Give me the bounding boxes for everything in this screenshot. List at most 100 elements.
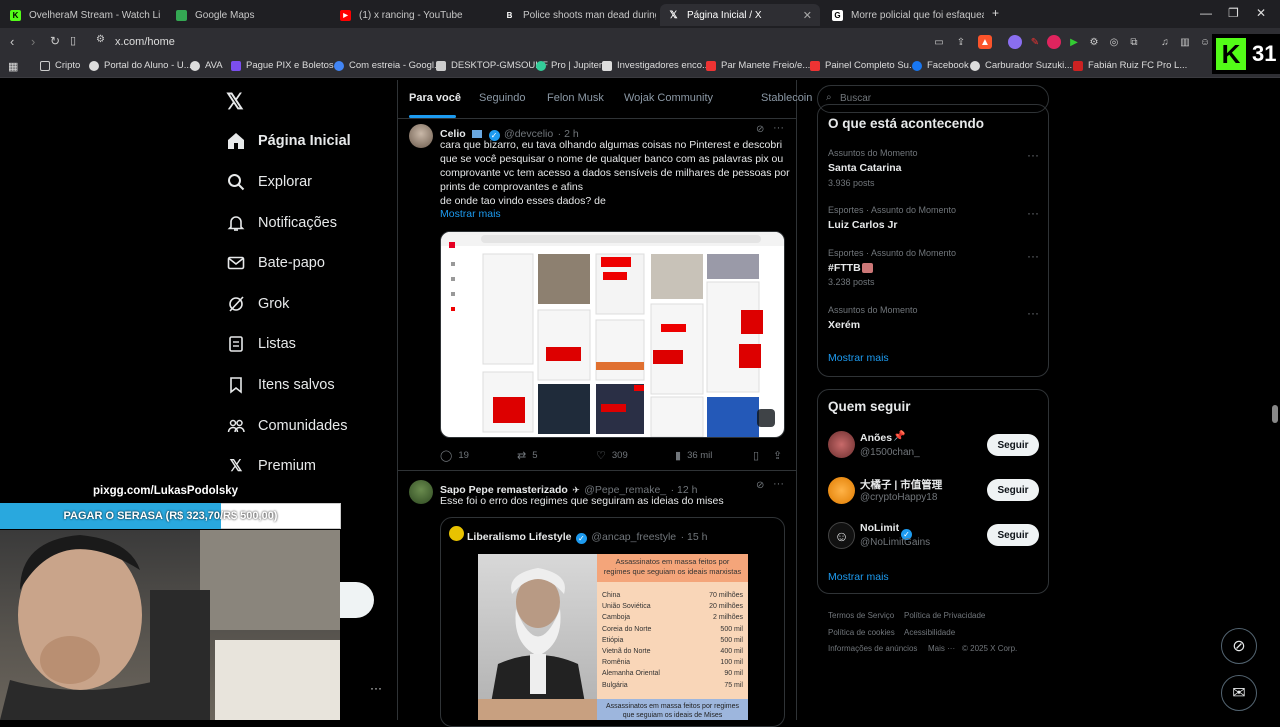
grok-explain-icon[interactable]: ⊘ — [756, 124, 764, 135]
trend-more-icon[interactable]: ··· — [1027, 306, 1039, 320]
nav-lists[interactable]: Listas — [226, 334, 296, 354]
reload-icon[interactable]: ↻ — [50, 34, 60, 48]
brave-shield-icon[interactable]: ▲ — [978, 35, 992, 49]
nav-premium[interactable]: 𝕏 Premium — [226, 456, 316, 476]
trend-more-icon[interactable]: ··· — [1027, 148, 1039, 162]
tab-following[interactable]: Seguindo — [479, 92, 526, 104]
browser-tab[interactable]: B Police shoots man dead during inter — [496, 4, 656, 26]
trends-show-more-link[interactable]: Mostrar mais — [828, 352, 889, 364]
nav-home[interactable]: Página Inicial — [226, 131, 351, 151]
tab-wojak-community[interactable]: Wojak Community — [624, 92, 713, 104]
follow-button[interactable]: Seguir — [987, 479, 1039, 501]
tab-stablecoin[interactable]: Stablecoin — [761, 92, 812, 104]
post-button[interactable] — [340, 582, 374, 618]
nav-notifications[interactable]: Notificações — [226, 213, 337, 233]
follow-handle[interactable]: @NoLimitGains — [860, 537, 930, 548]
bookmark-item[interactable]: Painel Completo Su... — [810, 60, 917, 71]
close-tab-icon[interactable]: ✕ — [803, 9, 812, 22]
forward-icon[interactable]: › — [31, 34, 35, 49]
extension-icon[interactable]: ⚙ — [1087, 35, 1101, 49]
avatar[interactable] — [828, 477, 855, 504]
share-button[interactable]: ⇪ — [773, 449, 788, 462]
bookmark-item[interactable]: Carburador Suzuki... — [970, 60, 1072, 71]
footer-link[interactable]: Política de cookies — [828, 628, 895, 637]
quote-author-name[interactable]: Liberalismo Lifestyle — [467, 531, 571, 543]
nav-bookmarks[interactable]: Itens salvos — [226, 375, 335, 395]
trend-more-icon[interactable]: ··· — [1027, 206, 1039, 220]
footer-link[interactable]: Acessibilidade — [904, 628, 955, 637]
avatar[interactable] — [409, 480, 433, 504]
bookmark-item[interactable]: Investigadores enco... — [602, 60, 710, 71]
bookmark-item[interactable]: DESKTOP-GMSOUHF — [436, 60, 548, 71]
trend-item[interactable]: #FTTB — [828, 262, 861, 274]
follow-handle[interactable]: @cryptoHappy18 — [860, 492, 937, 503]
nav-grok[interactable]: Grok — [226, 294, 289, 314]
footer-link[interactable]: Termos de Serviço — [828, 611, 894, 620]
extensions-puzzle-icon[interactable]: ⧉ — [1127, 35, 1141, 49]
maximize-button[interactable]: ❐ — [1228, 6, 1239, 20]
trend-item[interactable]: Santa Catarina — [828, 162, 902, 174]
avatar[interactable] — [449, 526, 464, 541]
follow-button[interactable]: Seguir — [987, 434, 1039, 456]
trend-item[interactable]: Luiz Carlos Jr — [828, 219, 897, 231]
footer-link[interactable]: Informações de anúncios — [828, 644, 917, 653]
quote-time[interactable]: · 15 h — [681, 531, 708, 543]
avatar[interactable] — [828, 431, 855, 458]
page-scrollbar[interactable] — [1272, 405, 1278, 423]
bookmark-item[interactable]: Pro | Jupiter — [536, 60, 602, 71]
bookmark-item[interactable]: Portal do Aluno - U... — [89, 60, 192, 71]
tweet-media-image[interactable] — [440, 231, 785, 438]
tab-felon-musk[interactable]: Felon Musk — [547, 92, 604, 104]
follow-name[interactable]: 大橘子 | 市值管理 — [860, 477, 942, 492]
media-icon[interactable]: ♫ — [1158, 35, 1172, 49]
more-options-icon[interactable]: ··· — [773, 478, 784, 490]
trend-item[interactable]: Xerém — [828, 319, 860, 331]
browser-tab[interactable]: Google Maps — [168, 4, 328, 26]
account-menu-icon[interactable]: ··· — [370, 681, 382, 695]
follow-name[interactable]: NoLimit — [860, 522, 899, 534]
close-window-button[interactable]: ✕ — [1256, 6, 1266, 20]
follow-name[interactable]: Anões — [860, 432, 892, 444]
new-tab-button[interactable]: + — [992, 6, 999, 20]
extension-icon[interactable]: ◎ — [1107, 35, 1121, 49]
minimize-button[interactable]: — — [1200, 6, 1212, 20]
extension-icon[interactable]: ▶ — [1067, 35, 1081, 49]
bookmark-button[interactable]: ▯ — [753, 449, 765, 462]
apps-grid-icon[interactable]: ▦ — [8, 60, 18, 73]
bookmark-item[interactable]: Pague PIX e Boletos... — [231, 60, 342, 71]
bookmark-item[interactable]: AVA — [190, 60, 223, 71]
follow-handle[interactable]: @1500chan_ — [860, 447, 920, 458]
like-button[interactable]: ♡ 309 — [596, 449, 628, 462]
extension-icon[interactable] — [1008, 35, 1022, 49]
back-icon[interactable]: ‹ — [10, 34, 14, 49]
bookmark-icon[interactable]: ▯ — [70, 34, 76, 47]
sidebar-icon[interactable]: ▥ — [1178, 35, 1192, 49]
x-logo-icon[interactable]: 𝕏 — [226, 89, 244, 115]
avatar[interactable]: ☺ — [828, 522, 855, 549]
follow-show-more-link[interactable]: Mostrar mais — [828, 571, 889, 583]
nav-explore[interactable]: Explorar — [226, 172, 312, 192]
grok-explain-icon[interactable]: ⊘ — [756, 480, 764, 491]
repost-button[interactable]: ⇄ 5 — [517, 449, 538, 462]
quote-media-image[interactable]: Assassinatos em massa feitos por regimes… — [478, 554, 748, 720]
grok-fab-button[interactable]: ⊘ — [1221, 628, 1257, 664]
bookmark-item[interactable]: Facebook — [912, 60, 969, 71]
browser-tab[interactable]: K OvelheraM Stream - Watch Live o — [2, 4, 160, 26]
views-button[interactable]: ▮ 36 mil — [675, 449, 712, 462]
messages-fab-button[interactable]: ✉ — [1221, 675, 1257, 711]
browser-tab[interactable]: G Morre policial que foi esfaqueado po — [824, 4, 984, 26]
nav-communities[interactable]: Comunidades — [226, 416, 347, 436]
extension-icon[interactable]: ✎ — [1028, 35, 1042, 49]
quote-author-handle[interactable]: @ancap_freestyle — [591, 531, 676, 543]
footer-link[interactable]: Política de Privacidade — [904, 611, 985, 620]
reply-button[interactable]: ◯ 19 — [440, 449, 469, 462]
extension-icon[interactable] — [1047, 35, 1061, 49]
footer-more-link[interactable]: Mais ··· — [928, 644, 955, 653]
site-info-icon[interactable]: ⚙ — [96, 34, 105, 45]
follow-button[interactable]: Seguir — [987, 524, 1039, 546]
bookmark-item[interactable]: Com estreia - Googl... — [334, 60, 442, 71]
profile-icon[interactable]: ☺ — [1198, 35, 1212, 49]
tab-for-you[interactable]: Para você — [409, 92, 461, 104]
nav-chat[interactable]: Bate-papo — [226, 253, 325, 273]
avatar[interactable] — [409, 124, 433, 148]
